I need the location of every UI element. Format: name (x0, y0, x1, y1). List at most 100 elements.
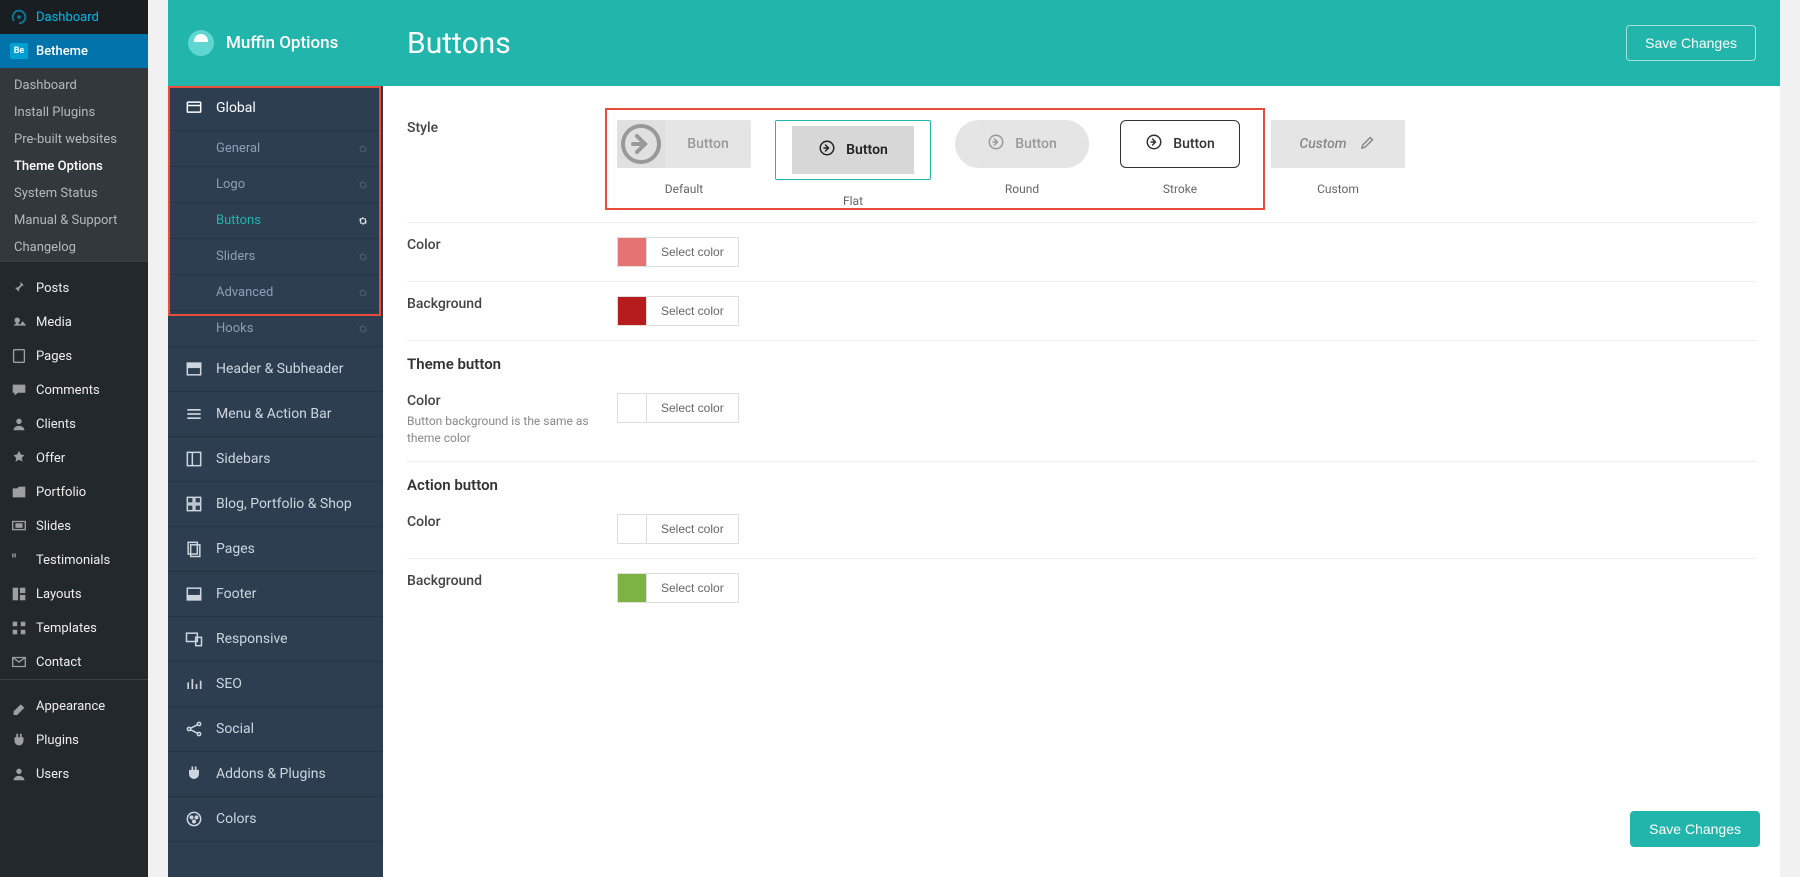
opt-section-label: Footer (216, 586, 256, 602)
wp-item-label: Betheme (36, 44, 88, 59)
be-icon: Be (10, 42, 28, 60)
wp-sub-changelog[interactable]: Changelog (0, 234, 148, 261)
select-action-color-button[interactable]: Select color (647, 514, 739, 544)
action-bg-swatch[interactable] (617, 573, 647, 603)
wp-item-media[interactable]: Media (0, 305, 148, 339)
opt-section-global[interactable]: Global (168, 86, 383, 131)
opt-section-label: Social (216, 721, 254, 737)
wp-item-label: Comments (36, 383, 100, 398)
options-brand-label: Muffin Options (226, 33, 338, 53)
action-bg-label: Background (407, 573, 617, 589)
gear-icon (357, 287, 369, 299)
offer-icon (10, 449, 28, 467)
wp-item-label: Contact (36, 655, 81, 670)
opt-section-label: Addons & Plugins (216, 766, 326, 782)
style-option-label: Flat (843, 194, 863, 208)
gear-icon (357, 323, 369, 335)
wp-item-comments[interactable]: Comments (0, 373, 148, 407)
color-swatch[interactable] (617, 237, 647, 267)
opt-section-footer[interactable]: Footer (168, 572, 383, 617)
wp-item-dashboard[interactable]: Dashboard (0, 0, 148, 34)
wp-item-label: Clients (36, 417, 76, 432)
gear-icon (357, 179, 369, 191)
select-action-bg-button[interactable]: Select color (647, 573, 739, 603)
select-theme-color-button[interactable]: Select color (647, 393, 739, 423)
wp-sub-pre-built-websites[interactable]: Pre-built websites (0, 126, 148, 153)
comment-icon (10, 381, 28, 399)
opt-section-addons-plugins[interactable]: Addons & Plugins (168, 752, 383, 797)
action-color-label: Color (407, 514, 617, 530)
opt-section-label: Pages (216, 541, 255, 557)
action-color-swatch[interactable] (617, 514, 647, 544)
users-icon (10, 765, 28, 783)
wp-sub-theme-options[interactable]: Theme Options (0, 153, 148, 180)
contact-icon (10, 653, 28, 671)
wp-item-clients[interactable]: Clients (0, 407, 148, 441)
opt-section-label: Menu & Action Bar (216, 406, 331, 422)
opt-section-label: Header & Subheader (216, 361, 343, 377)
footer-icon (184, 584, 204, 604)
opt-section-sidebars[interactable]: Sidebars (168, 437, 383, 482)
pin-icon (10, 279, 28, 297)
wp-item-appearance[interactable]: Appearance (0, 689, 148, 723)
wp-item-pages[interactable]: Pages (0, 339, 148, 373)
background-swatch[interactable] (617, 296, 647, 326)
opt-section-label: Responsive (216, 631, 288, 647)
opt-section-colors[interactable]: Colors (168, 797, 383, 842)
gear-icon (357, 143, 369, 155)
opt-section-responsive[interactable]: Responsive (168, 617, 383, 662)
wp-item-label: Plugins (36, 733, 79, 748)
opt-section-label: Colors (216, 811, 256, 827)
opt-section-label: Global (216, 100, 256, 116)
opt-sub-general[interactable]: General (168, 131, 383, 167)
style-option-flat[interactable]: ButtonFlat (775, 120, 931, 208)
opt-section-pages[interactable]: Pages (168, 527, 383, 572)
select-background-button[interactable]: Select color (647, 296, 739, 326)
opt-section-label: SEO (216, 676, 242, 692)
save-changes-button-top[interactable]: Save Changes (1626, 25, 1756, 61)
wp-item-betheme[interactable]: Be Betheme (0, 34, 148, 68)
opt-section-seo[interactable]: SEO (168, 662, 383, 707)
style-option-default[interactable]: ButtonDefault (617, 120, 751, 208)
wp-sub-manual-support[interactable]: Manual & Support (0, 207, 148, 234)
wp-sub-system-status[interactable]: System Status (0, 180, 148, 207)
wp-item-users[interactable]: Users (0, 757, 148, 791)
options-brand: Muffin Options (168, 0, 383, 86)
style-option-stroke[interactable]: ButtonStroke (1113, 120, 1247, 208)
wp-item-templates[interactable]: Templates (0, 611, 148, 645)
pencil-icon (1359, 133, 1377, 155)
save-changes-button-bottom[interactable]: Save Changes (1630, 811, 1760, 847)
style-option-custom[interactable]: CustomCustom (1271, 120, 1405, 208)
wp-item-portfolio[interactable]: Portfolio (0, 475, 148, 509)
wp-item-label: Slides (36, 519, 71, 534)
wp-item-offer[interactable]: Offer (0, 441, 148, 475)
opt-sub-logo[interactable]: Logo (168, 167, 383, 203)
wp-item-label: Posts (36, 281, 69, 296)
theme-color-swatch[interactable] (617, 393, 647, 423)
wp-item-label: Media (36, 315, 72, 330)
wp-sub-install-plugins[interactable]: Install Plugins (0, 99, 148, 126)
wp-item-plugins[interactable]: Plugins (0, 723, 148, 757)
wp-item-label: Dashboard (36, 10, 99, 25)
wp-item-testimonials[interactable]: "Testimonials (0, 543, 148, 577)
opt-section-menu-action-bar[interactable]: Menu & Action Bar (168, 392, 383, 437)
opt-sub-sliders[interactable]: Sliders (168, 239, 383, 275)
opt-sub-advanced[interactable]: Advanced (168, 275, 383, 311)
wp-item-slides[interactable]: Slides (0, 509, 148, 543)
svg-text:": " (12, 552, 17, 569)
style-option-round[interactable]: ButtonRound (955, 120, 1089, 208)
page-icon (10, 347, 28, 365)
opt-sub-hooks[interactable]: Hooks (168, 311, 383, 347)
theme-color-label-text: Color (407, 393, 617, 409)
style-option-label: Stroke (1163, 182, 1197, 196)
opt-section-header-subheader[interactable]: Header & Subheader (168, 347, 383, 392)
select-color-button[interactable]: Select color (647, 237, 739, 267)
wp-item-contact[interactable]: Contact (0, 645, 148, 679)
wp-item-posts[interactable]: Posts (0, 271, 148, 305)
wp-sub-dashboard[interactable]: Dashboard (0, 68, 148, 99)
opt-section-label: Blog, Portfolio & Shop (216, 496, 352, 512)
opt-sub-buttons[interactable]: Buttons (168, 203, 383, 239)
opt-section-blog-portfolio-shop[interactable]: Blog, Portfolio & Shop (168, 482, 383, 527)
opt-section-social[interactable]: Social (168, 707, 383, 752)
wp-item-layouts[interactable]: Layouts (0, 577, 148, 611)
